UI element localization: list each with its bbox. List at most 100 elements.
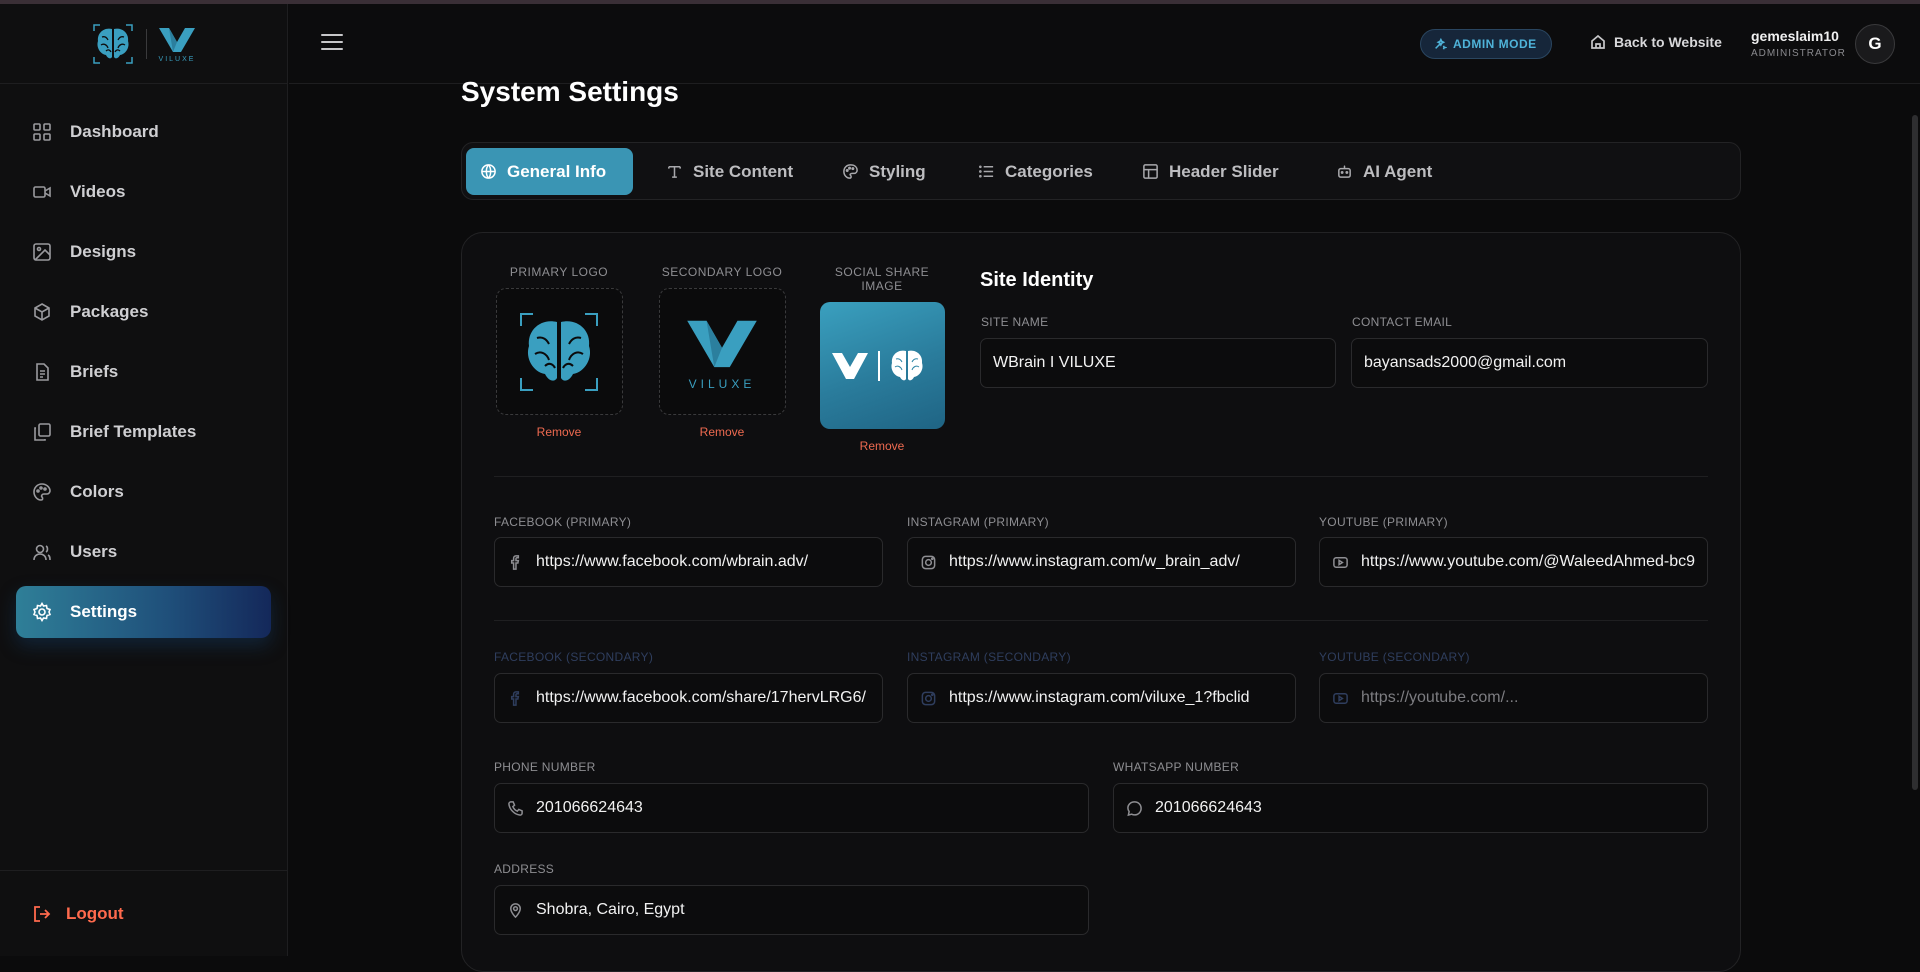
settings-tabs: General Info Site Content Styling Catego… [461, 142, 1741, 200]
sidebar-item-videos[interactable]: Videos [16, 166, 271, 218]
sparkle-icon [1435, 37, 1447, 50]
facebook-secondary-value: https://www.facebook.com/share/17hervLRG… [536, 689, 866, 706]
primary-logo-dropzone[interactable] [495, 288, 623, 415]
tab-header-slider[interactable]: Header Slider [1128, 148, 1293, 195]
address-value: Shobra, Cairo, Egypt [536, 901, 685, 918]
facebook-secondary-label: FACEBOOK (SECONDARY) [494, 650, 654, 664]
tab-ai-agent[interactable]: AI Agent [1322, 148, 1446, 195]
facebook-primary-input[interactable]: https://www.facebook.com/wbrain.adv/ [494, 537, 883, 587]
phone-number-value: 201066624643 [536, 799, 643, 816]
text-icon [668, 166, 681, 178]
copy-icon [34, 423, 51, 441]
social-share-image-preview[interactable] [819, 302, 945, 429]
tab-label: General Info [507, 161, 607, 181]
back-to-website-label: Back to Website [1614, 34, 1722, 50]
tab-styling[interactable]: Styling [828, 148, 940, 195]
secondary-logo-dropzone[interactable]: VILUXE [658, 288, 786, 415]
palette-icon [843, 164, 858, 179]
video-icon [33, 186, 51, 198]
remove-secondary-logo-button[interactable]: Remove [652, 425, 792, 439]
tab-label: Styling [869, 161, 926, 181]
youtube-icon [1333, 692, 1348, 704]
viluxe-logo-icon [159, 28, 195, 52]
tab-label: AI Agent [1363, 161, 1433, 181]
sidebar-item-settings[interactable]: Settings [16, 586, 271, 638]
sidebar-item-packages[interactable]: Packages [16, 286, 271, 338]
sidebar-item-dashboard[interactable]: Dashboard [16, 106, 271, 158]
youtube-primary-input[interactable]: https://www.youtube.com/@WaleedAhmed-bc9 [1319, 537, 1708, 587]
tab-general-info[interactable]: General Info [466, 148, 633, 195]
social-share-logo-icon [832, 350, 923, 381]
scrollbar-thumb[interactable] [1912, 115, 1918, 790]
viluxe-logo: VILUXE [157, 24, 197, 63]
avatar[interactable]: G [1855, 24, 1895, 64]
sidebar-item-label: Videos [70, 182, 126, 201]
site-name-input[interactable]: WBrain I VILUXE [980, 338, 1336, 388]
remove-social-image-button[interactable]: Remove [814, 439, 950, 453]
user-info: gemeslaim10 ADMINISTRATOR [1751, 28, 1846, 59]
sidebar-item-label: Brief Templates [70, 422, 197, 441]
tab-site-content[interactable]: Site Content [652, 148, 807, 195]
sidebar-item-colors[interactable]: Colors [16, 466, 271, 518]
phone-number-input[interactable]: 201066624643 [494, 783, 1089, 833]
facebook-primary-value: https://www.facebook.com/wbrain.adv/ [536, 553, 809, 570]
youtube-icon [1333, 556, 1348, 568]
remove-primary-logo-button[interactable]: Remove [494, 425, 624, 439]
youtube-secondary-input[interactable]: https://youtube.com/... [1319, 673, 1708, 723]
whatsapp-number-value: 201066624643 [1155, 799, 1262, 816]
youtube-primary-value: https://www.youtube.com/@WaleedAhmed-bc9 [1361, 553, 1696, 570]
tab-label: Header Slider [1169, 161, 1279, 181]
home-icon [1591, 34, 1605, 49]
sidebar-item-label: Briefs [70, 362, 119, 381]
primary-logo-label: PRIMARY LOGO [509, 265, 609, 279]
secondary-logo-text: VILUXE [688, 376, 756, 391]
social-share-image-uploader: SOCIAL SHARE IMAGE Remove [814, 265, 950, 453]
back-to-website-link[interactable]: Back to Website [1590, 34, 1722, 50]
viluxe-logo-icon [687, 320, 757, 367]
whatsapp-number-label: WHATSAPP NUMBER [1113, 760, 1240, 774]
sidebar-item-briefs[interactable]: Briefs [16, 346, 271, 398]
brain-logo-icon [93, 23, 133, 64]
phone-icon [508, 800, 523, 816]
user-name: gemeslaim10 [1751, 28, 1839, 44]
sidebar-item-users[interactable]: Users [16, 526, 271, 578]
contact-email-label: CONTACT EMAIL [1352, 315, 1453, 329]
instagram-secondary-input[interactable]: https://www.instagram.com/viluxe_1?fbcli… [907, 673, 1296, 723]
logout-button[interactable]: Logout [0, 870, 288, 956]
sidebar-item-label: Dashboard [70, 122, 159, 141]
contact-email-input[interactable]: bayansads2000@gmail.com [1351, 338, 1708, 388]
sidebar-item-label: Colors [70, 482, 124, 501]
sidebar-item-designs[interactable]: Designs [16, 226, 271, 278]
tab-label: Categories [1005, 161, 1093, 181]
admin-mode-badge[interactable]: ADMIN MODE [1420, 29, 1552, 59]
instagram-secondary-value: https://www.instagram.com/viluxe_1?fbcli… [949, 689, 1250, 706]
gear-icon [32, 602, 52, 622]
facebook-secondary-input[interactable]: https://www.facebook.com/share/17hervLRG… [494, 673, 883, 723]
sidebar-nav: Dashboard Videos Designs Packages Briefs… [0, 84, 287, 638]
sidebar-logo[interactable]: VILUXE [0, 4, 287, 84]
dashboard-icon [33, 123, 51, 141]
section-divider [494, 476, 1708, 477]
instagram-primary-input[interactable]: https://www.instagram.com/w_brain_adv/ [907, 537, 1296, 587]
logo-separator [146, 28, 147, 59]
package-icon [34, 303, 50, 321]
chat-bubble-icon [1127, 800, 1142, 816]
brand-name: VILUXE [158, 56, 196, 63]
address-input[interactable]: Shobra, Cairo, Egypt [494, 885, 1089, 935]
tab-categories[interactable]: Categories [964, 148, 1107, 195]
whatsapp-number-input[interactable]: 201066624643 [1113, 783, 1708, 833]
site-name-value: WBrain I VILUXE [993, 354, 1116, 371]
tab-label: Site Content [693, 161, 794, 181]
globe-icon [481, 164, 496, 179]
brain-logo-icon [520, 312, 598, 391]
menu-toggle-icon[interactable] [321, 34, 343, 52]
instagram-primary-label: INSTAGRAM (PRIMARY) [907, 515, 1049, 529]
phone-number-label: PHONE NUMBER [494, 760, 596, 774]
page-title: System Settings [461, 76, 679, 107]
top-bar: ADMIN MODE Back to Website gemeslaim10 A… [289, 4, 1920, 84]
general-info-card: PRIMARY LOGO Remove SECONDARY LOGO VILUX… [461, 232, 1741, 972]
instagram-icon [921, 691, 936, 705]
youtube-secondary-label: YOUTUBE (SECONDARY) [1319, 650, 1470, 664]
section-divider [494, 620, 1708, 621]
sidebar-item-brief-templates[interactable]: Brief Templates [16, 406, 271, 458]
